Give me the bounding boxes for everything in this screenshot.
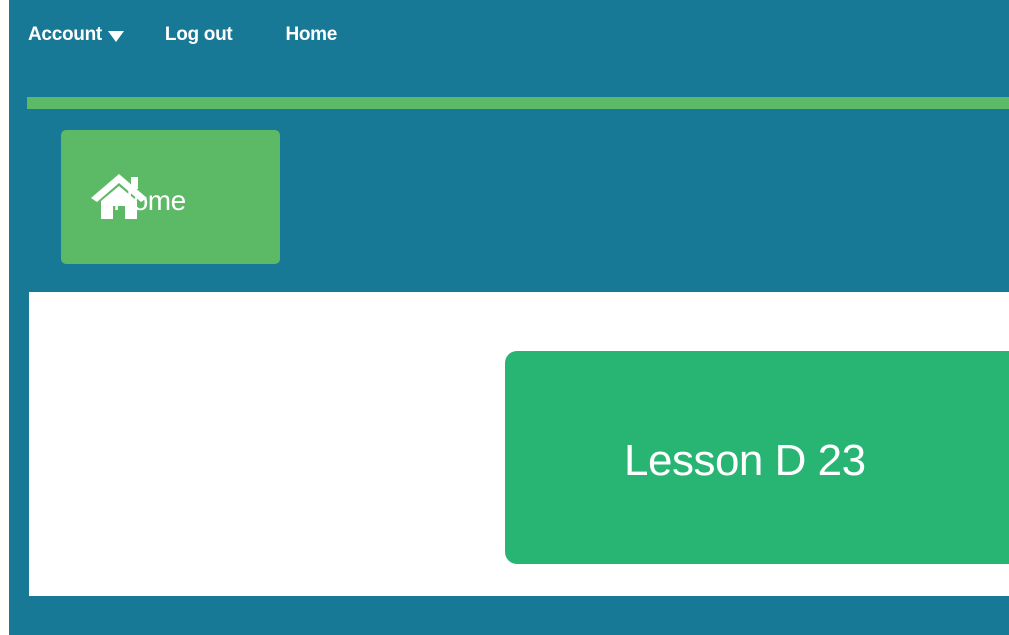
app-frame: Account Log out Home Home Lesson D 23 bbox=[9, 0, 1009, 635]
header-divider bbox=[27, 97, 1009, 109]
main-content: Lesson D 23 bbox=[29, 292, 1009, 596]
caret-down-icon bbox=[107, 30, 124, 42]
home-link[interactable]: Home bbox=[285, 24, 337, 46]
page: Account Log out Home Home Lesson D 23 bbox=[0, 0, 1009, 635]
home-tile-label: Home bbox=[113, 185, 186, 216]
lesson-title: Lesson D 23 bbox=[624, 436, 866, 485]
account-label: Account bbox=[28, 24, 102, 45]
lesson-card[interactable]: Lesson D 23 bbox=[505, 351, 1009, 564]
logout-link[interactable]: Log out bbox=[165, 24, 233, 46]
top-navigation: Account Log out Home bbox=[28, 22, 337, 48]
account-menu[interactable]: Account bbox=[28, 24, 124, 46]
